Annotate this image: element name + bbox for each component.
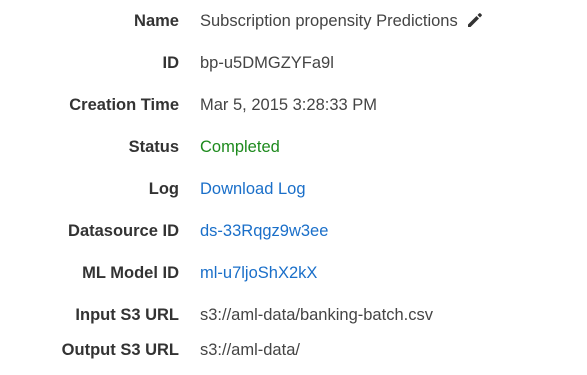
id-row: ID bp-u5DMGZYFa9l bbox=[0, 46, 587, 88]
id-label: ID bbox=[162, 54, 180, 72]
output-s3-url-row: Output S3 URL s3://aml-data/ bbox=[0, 333, 587, 375]
creation-time-row: Creation Time Mar 5, 2015 3:28:33 PM bbox=[0, 88, 587, 130]
name-label: Name bbox=[134, 12, 179, 30]
id-value: bp-u5DMGZYFa9l bbox=[200, 54, 334, 72]
name-row: Name Subscription propensity Predictions bbox=[0, 4, 587, 46]
status-value: Completed bbox=[200, 138, 280, 156]
log-row: Log Download Log bbox=[0, 172, 587, 214]
input-s3-url-label: Input S3 URL bbox=[75, 306, 179, 324]
ml-model-id-row: ML Model ID ml-u7ljoShX2kX bbox=[0, 256, 587, 298]
status-label: Status bbox=[128, 138, 179, 156]
output-s3-url-label: Output S3 URL bbox=[61, 341, 179, 359]
pencil-icon[interactable] bbox=[466, 11, 484, 29]
log-label: Log bbox=[148, 180, 179, 198]
status-row: Status Completed bbox=[0, 130, 587, 172]
ml-model-id-label: ML Model ID bbox=[82, 264, 179, 282]
datasource-id-link[interactable]: ds-33Rqgz9w3ee bbox=[200, 222, 328, 241]
output-s3-url-value: s3://aml-data/ bbox=[200, 341, 300, 359]
datasource-id-row: Datasource ID ds-33Rqgz9w3ee bbox=[0, 214, 587, 256]
name-value: Subscription propensity Predictions bbox=[200, 12, 458, 30]
ml-model-id-link[interactable]: ml-u7ljoShX2kX bbox=[200, 264, 317, 283]
name-value-container: Subscription propensity Predictions bbox=[200, 12, 484, 31]
creation-time-value: Mar 5, 2015 3:28:33 PM bbox=[200, 96, 378, 114]
datasource-id-label: Datasource ID bbox=[68, 222, 179, 240]
creation-time-label: Creation Time bbox=[69, 96, 179, 114]
download-log-link[interactable]: Download Log bbox=[200, 180, 306, 199]
input-s3-url-value: s3://aml-data/banking-batch.csv bbox=[200, 306, 433, 324]
